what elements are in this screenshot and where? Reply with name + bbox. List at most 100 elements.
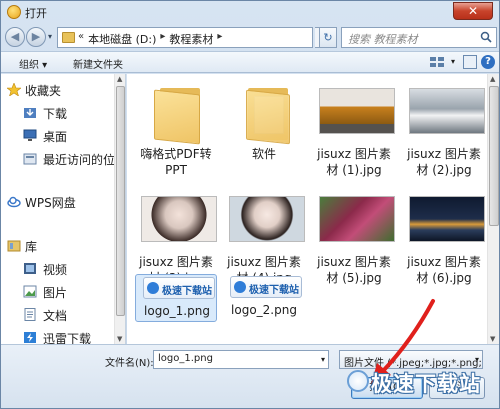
thunder-icon [24,332,36,343]
breadcrumb-folder[interactable]: 教程素材 [169,31,213,47]
file-item[interactable]: jisuxz 图片素材 (2).jpg [403,80,485,180]
file-name: jisuxz 图片素材 (2).jpg [407,147,481,177]
address-bar[interactable]: « 本地磁盘 (D:) ▸ 教程素材 ▸ [57,27,313,48]
documents-icon [24,308,36,321]
sidebar-item-documents[interactable]: 文档 [23,305,125,325]
search-placeholder: 搜索 教程素材 [348,33,418,46]
file-name: logo_1.png [144,304,210,318]
file-name: 嗨格式PDF转PPT [140,147,212,177]
download-icon [24,108,36,118]
sidebar-item-thunder-downloads[interactable]: 迅雷下载 [23,328,125,344]
navigation-bar: ◀ ▶ ▾ « 本地磁盘 (D:) ▸ 教程素材 ▸ ▾ ↻ 搜索 教程素材 [1,24,499,50]
recent-places-icon [23,153,37,165]
file-item-selected[interactable]: 极速下载站 logo_1.png [135,274,217,322]
sidebar-item-label: 桌面 [43,130,68,144]
sidebar-item-favorites[interactable]: 收藏夹 [7,80,125,100]
filename-value: logo_1.png [158,353,213,364]
logo-icon [234,281,246,293]
breadcrumb-overflow[interactable]: « [78,31,84,47]
app-icon [7,5,21,19]
sidebar-item-libraries[interactable]: 库 [7,236,125,256]
sidebar-item-label: 迅雷下载 [43,332,92,344]
file-item[interactable]: jisuxz 图片素材 (5).jpg [313,188,395,285]
breadcrumb-drive[interactable]: 本地磁盘 (D:) [88,31,156,47]
command-bar: 组织 ▾ 新建文件夹 ▾ ? [1,51,499,73]
chevron-right-icon[interactable]: ▸ [160,31,165,47]
file-item[interactable]: 软件 [223,80,305,180]
scroll-up-icon[interactable]: ▲ [117,75,122,83]
sidebar-item-label: 库 [25,240,38,254]
sidebar-item-downloads[interactable]: 下载 [23,103,125,123]
watermark-text: 极速下载站 [371,372,481,396]
content-scrollbar[interactable]: ▲ ▼ [487,74,499,344]
logo-thumbnail: 极速下载站 [143,277,215,299]
history-dropdown-icon[interactable]: ▾ [48,32,52,41]
scroll-down-icon[interactable]: ▼ [490,335,495,343]
search-icon[interactable] [480,31,492,43]
chevron-down-icon[interactable]: ▾ [321,355,325,364]
forward-button[interactable]: ▶ [26,27,46,47]
image-thumbnail [319,196,395,242]
sidebar-item-pictures[interactable]: 图片 [23,282,125,302]
help-icon[interactable]: ? [481,55,495,69]
back-button[interactable]: ◀ [5,27,25,47]
file-item[interactable]: jisuxz 图片素材 (3).jpg [135,188,217,285]
file-name: jisuxz 图片素材 (5).jpg [317,255,391,285]
folder-icon [138,80,214,145]
video-icon [24,263,36,274]
scroll-down-icon[interactable]: ▼ [117,335,122,343]
new-folder-button[interactable]: 新建文件夹 [73,56,123,71]
organize-button[interactable]: 组织 ▾ [19,56,47,71]
file-item[interactable]: 极速下载站 logo_2.png [223,274,305,322]
sidebar-item-label: 收藏夹 [25,84,62,98]
sidebar-item-label: 视频 [43,263,68,277]
sidebar-item-recent-places[interactable]: 最近访问的位置 [23,149,115,169]
folder-icon [226,80,302,145]
navigation-pane: 收藏夹 下载 桌面 最近访问的位置 WPS网盘 库 视频 图片 [1,74,126,344]
file-item[interactable]: jisuxz 图片素材 (1).jpg [313,80,395,180]
sidebar-item-label: 下载 [43,107,68,121]
sidebar-item-label: WPS网盘 [25,196,76,210]
file-name: jisuxz 图片素材 (1).jpg [317,147,391,177]
sidebar-item-label: 最近访问的位置 [43,153,115,167]
title-bar: 打开 ✕ [1,1,499,23]
close-button[interactable]: ✕ [453,2,493,20]
image-thumbnail [409,88,485,134]
chevron-right-icon[interactable]: ▸ [217,31,222,47]
scrollbar-thumb[interactable] [116,86,125,316]
scrollbar-thumb[interactable] [489,86,499,226]
sidebar-item-wps-cloud[interactable]: WPS网盘 [7,192,125,212]
filename-field[interactable]: logo_1.png ▾ [153,350,329,369]
file-item[interactable]: 嗨格式PDF转PPT [135,80,217,180]
sidebar-scrollbar[interactable]: ▲ ▼ [114,74,125,344]
file-name: 软件 [251,147,276,161]
pictures-icon [23,285,37,298]
logo-thumbnail: 极速下载站 [230,276,302,298]
library-icon [7,240,21,252]
view-dropdown-icon[interactable]: ▾ [451,57,455,66]
image-thumbnail [319,88,395,134]
refresh-button[interactable]: ↻ [319,27,337,48]
chevron-down-icon[interactable]: ▾ [475,355,479,364]
sidebar-item-videos[interactable]: 视频 [23,259,125,279]
sidebar-item-label: 图片 [43,286,68,300]
preview-pane-icon[interactable] [463,55,477,69]
image-thumbnail [409,196,485,242]
view-options-icon[interactable] [427,54,449,70]
refresh-icon: ↻ [323,31,333,44]
watermark-logo [347,370,369,392]
sidebar-item-desktop[interactable]: 桌面 [23,126,125,146]
folder-icon [62,32,75,43]
search-input[interactable]: 搜索 教程素材 [341,27,497,48]
image-thumbnail [229,196,305,242]
cloud-icon [7,196,21,208]
logo-icon [147,282,159,294]
open-file-dialog: 打开 ✕ ◀ ▶ ▾ « 本地磁盘 (D:) ▸ 教程素材 ▸ ▾ ↻ 搜索 教… [0,0,500,409]
breadcrumb: « 本地磁盘 (D:) ▸ 教程素材 ▸ [78,31,222,47]
file-item[interactable]: jisuxz 图片素材 (4).jpg [223,188,305,285]
scroll-up-icon[interactable]: ▲ [490,75,495,83]
file-name: jisuxz 图片素材 (6).jpg [407,255,481,285]
file-item[interactable]: jisuxz 图片素材 (6).jpg [403,188,485,285]
file-list: 嗨格式PDF转PPT 软件 jisuxz 图片素材 (1).jpg jisuxz… [127,74,499,344]
star-icon [7,83,21,96]
